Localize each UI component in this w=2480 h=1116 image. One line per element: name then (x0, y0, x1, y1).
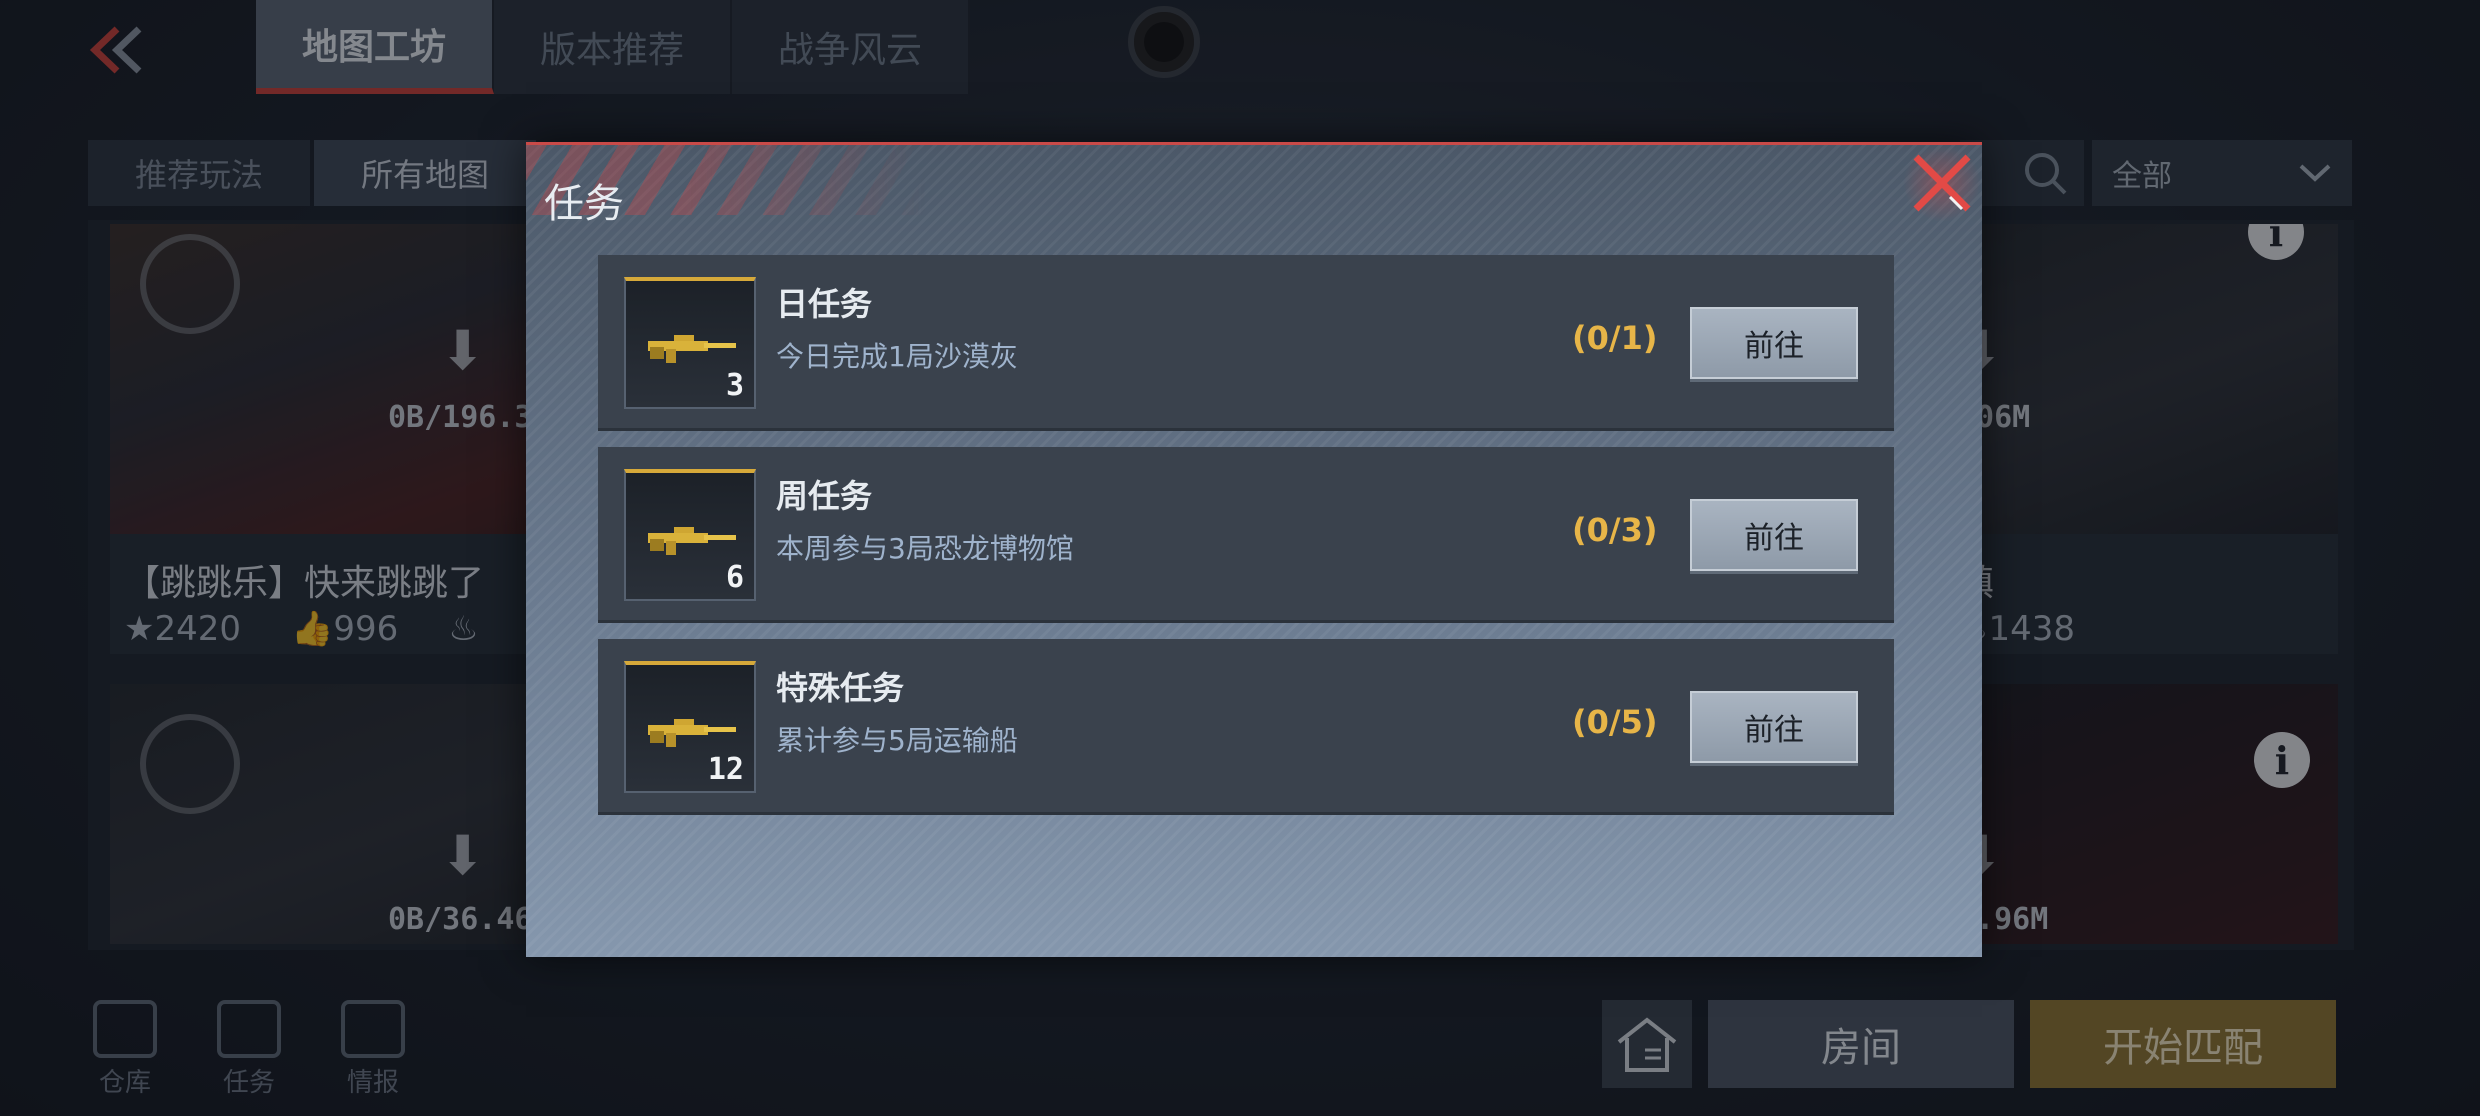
rifle-icon (648, 527, 736, 555)
task-progress: (0/3) (1572, 511, 1658, 549)
task-row: 3 日任务 今日完成1局沙漠灰 (0/1) 前往 (598, 255, 1894, 431)
task-description: 今日完成1局沙漠灰 (776, 340, 1018, 373)
task-modal: 任务 3 日任务 今日完成1局沙漠灰 (0/1) 前往 6 周任务 本周参与3局… (526, 142, 1982, 957)
reward-count: 6 (725, 560, 744, 595)
task-name: 日任务 (776, 285, 873, 323)
rifle-icon (648, 335, 736, 363)
task-name: 特殊任务 (776, 669, 905, 707)
task-description: 本周参与3局恐龙博物馆 (776, 532, 1074, 565)
reward-item[interactable]: 6 (624, 469, 756, 601)
reward-item[interactable]: 3 (624, 277, 756, 409)
task-progress: (0/1) (1572, 319, 1658, 357)
go-button[interactable]: 前往 (1690, 307, 1858, 379)
task-name: 周任务 (776, 477, 873, 515)
close-button[interactable] (1902, 145, 1982, 221)
task-row: 6 周任务 本周参与3局恐龙博物馆 (0/3) 前往 (598, 447, 1894, 623)
close-icon (1913, 154, 1971, 212)
go-button[interactable]: 前往 (1690, 499, 1858, 571)
task-description: 累计参与5局运输船 (776, 724, 1018, 757)
reward-count: 3 (725, 368, 744, 403)
modal-title: 任务 (544, 181, 624, 227)
reward-item[interactable]: 12 (624, 661, 756, 793)
task-row: 12 特殊任务 累计参与5局运输船 (0/5) 前往 (598, 639, 1894, 815)
go-button[interactable]: 前往 (1690, 691, 1858, 763)
task-progress: (0/5) (1572, 703, 1658, 741)
rifle-icon (648, 719, 736, 747)
reward-count: 12 (707, 752, 744, 787)
